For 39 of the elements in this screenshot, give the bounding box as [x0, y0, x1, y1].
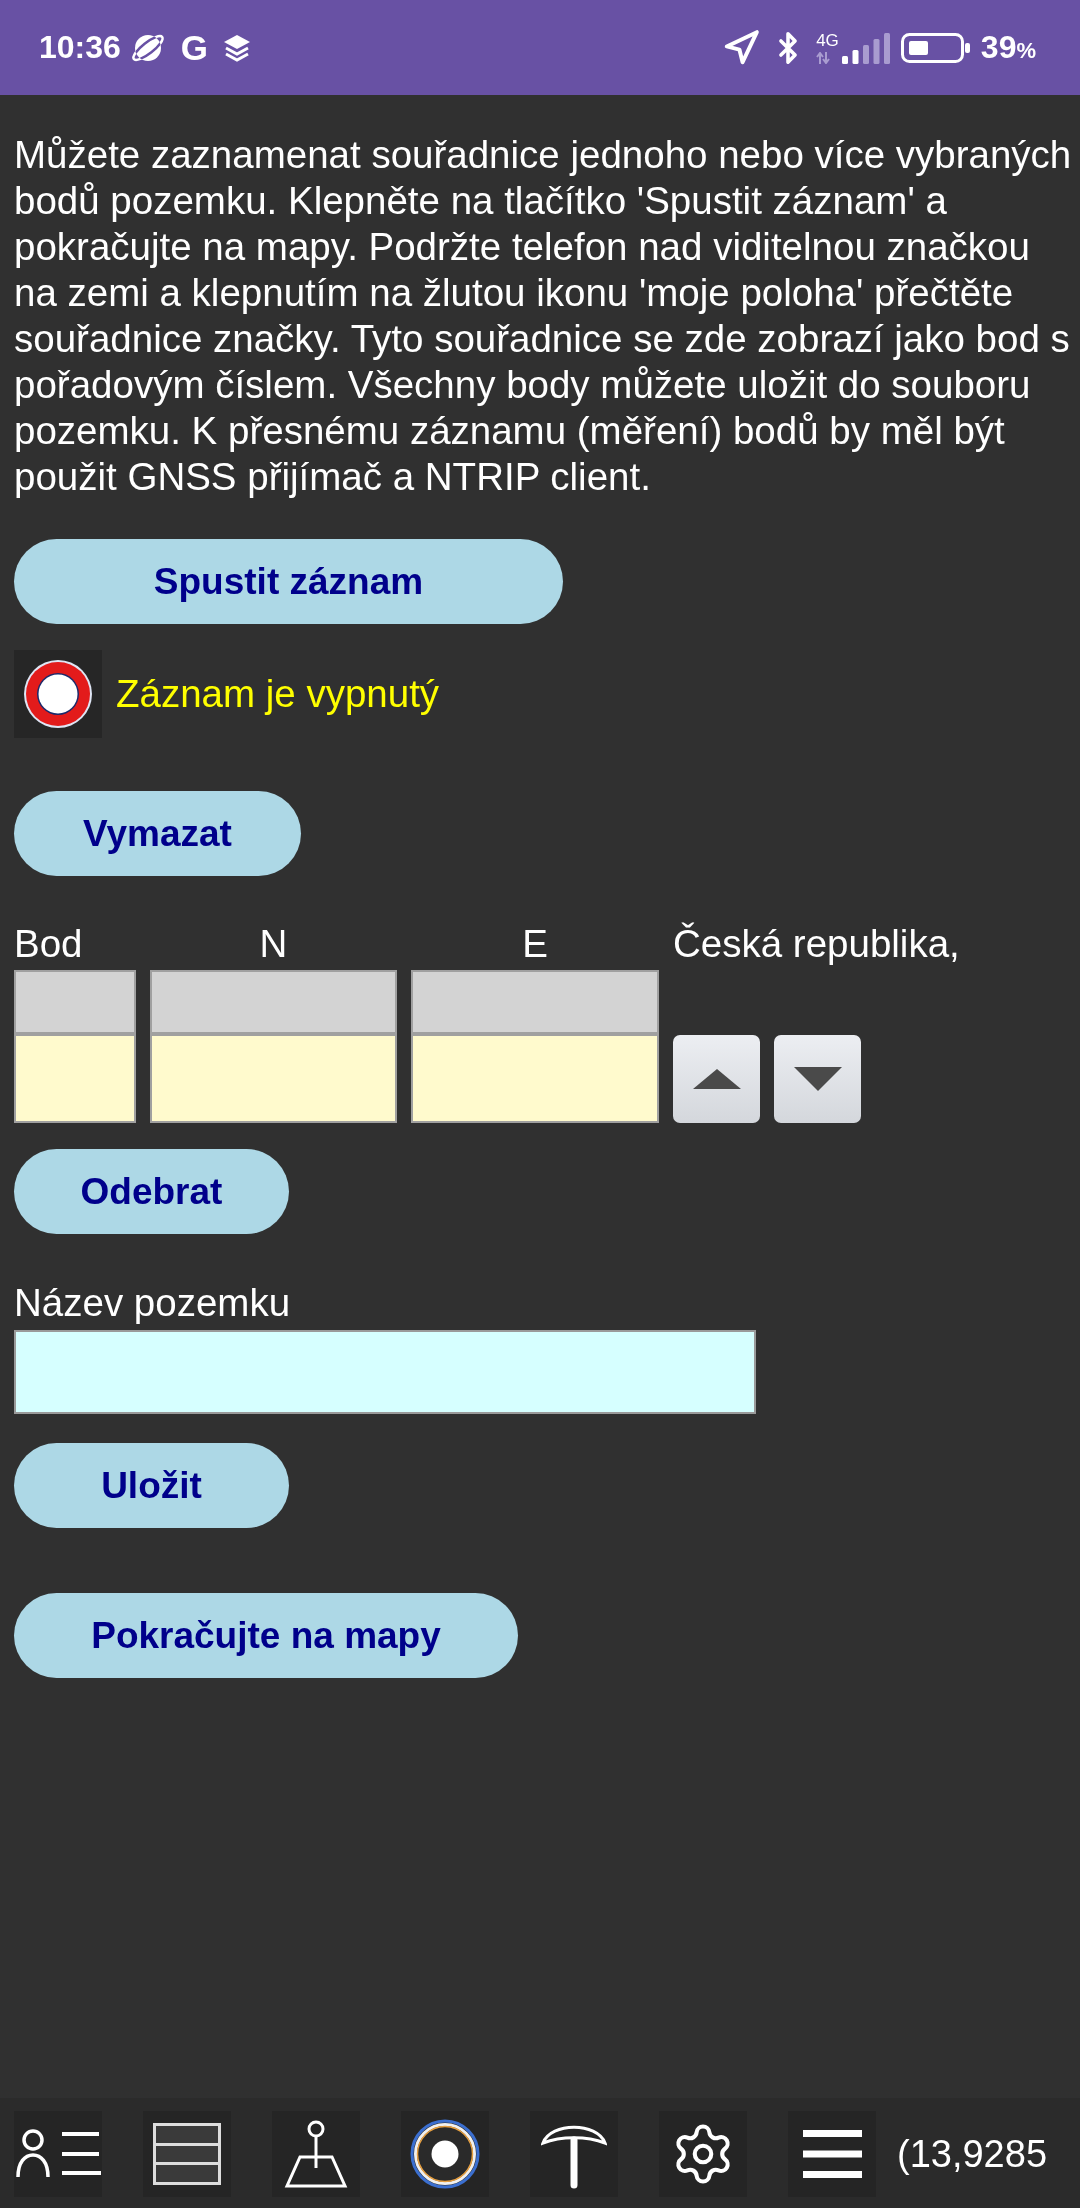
move-down-button[interactable]	[774, 1035, 861, 1123]
survey-point-button[interactable]	[272, 2111, 360, 2197]
column-header: E	[522, 921, 548, 967]
notification-letter: G	[180, 27, 209, 68]
points-list-button[interactable]	[14, 2111, 102, 2197]
coordinates-readout: (13,9285	[897, 2132, 1047, 2177]
clock-time: 10:36	[39, 29, 121, 66]
record-button[interactable]	[401, 2111, 489, 2197]
signal-bars-icon	[841, 32, 890, 64]
stacked-rows-icon	[153, 2123, 221, 2185]
recording-status: Záznam je vypnutý	[116, 672, 440, 716]
clear-button[interactable]: Vymazat	[14, 791, 301, 876]
percent-sign: %	[1016, 38, 1036, 64]
down-triangle-icon	[793, 1067, 842, 1091]
parcel-name-label: Název pozemku	[14, 1280, 291, 1326]
up-triangle-icon	[692, 1069, 741, 1089]
person-list-icon	[15, 2129, 101, 2179]
menu-icon	[802, 2130, 862, 2178]
network-type: 4G	[816, 31, 839, 49]
antenna-button[interactable]	[530, 2111, 618, 2197]
save-button[interactable]: Uložit	[14, 1443, 289, 1528]
instructions-paragraph: Můžete zaznamenat souřadnice jednoho nebo více vybraných bodů pozemku. Klepněte na tlačítko 'Spustit záznam' a pokračujte na mapy. Podržte telefon nad viditelnou značkou na zemi a klepnutím na žlutou ikonu 'moje poloha' přečtěte souřadnice značky. Tyto souřadnice se zde zobrazí jako bod s pořadovým číslem. Všechny body můžete uložit do souboru pozemku. K přesnému záznamu (měření) bodů by měl být použit GNSS přijímač a NTRIP client.	[14, 132, 1073, 500]
battery-percent: 39	[980, 29, 1017, 66]
column-header: Bod	[14, 921, 83, 967]
parcel-name-field[interactable]	[14, 1330, 756, 1414]
coordinate-system-label: Česká republika,	[673, 921, 960, 967]
remove-button[interactable]: Odebrat	[14, 1149, 289, 1234]
layers-button[interactable]	[143, 2111, 231, 2197]
location-arrow-icon	[722, 28, 761, 67]
start-recording-button[interactable]: Spustit záznam	[14, 539, 563, 624]
ring-dot-icon	[410, 2119, 480, 2189]
battery-icon	[900, 32, 970, 63]
settings-button[interactable]	[659, 2111, 747, 2197]
menu-button[interactable]	[788, 2111, 876, 2197]
column-header: N	[259, 921, 288, 967]
data-arrows-icon	[816, 51, 831, 64]
survey-marker-icon	[284, 2120, 348, 2188]
move-up-button[interactable]	[673, 1035, 760, 1123]
continue-to-map-button[interactable]: Pokračujte na mapy	[14, 1593, 518, 1678]
